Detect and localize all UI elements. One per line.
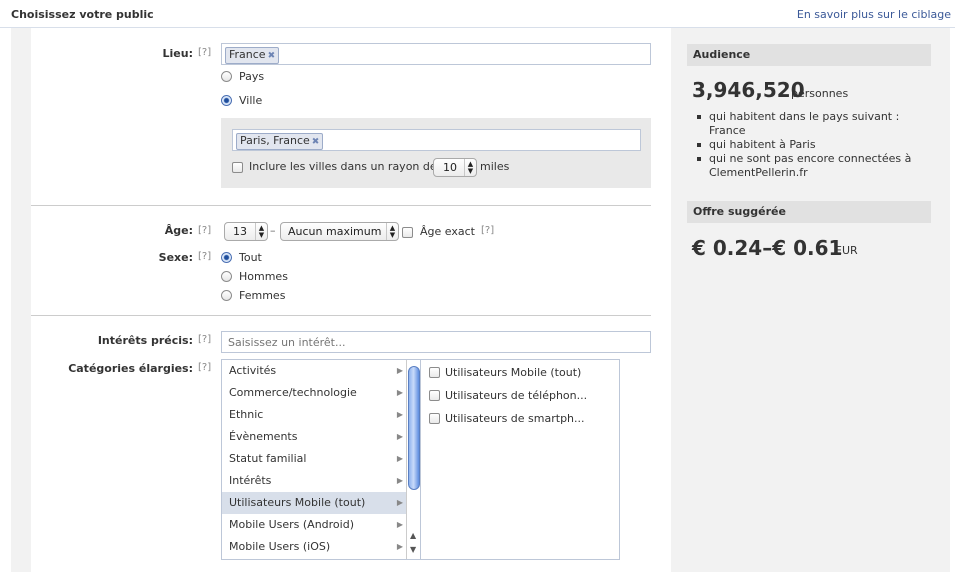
category-item[interactable]: Évènements ▶	[222, 426, 407, 448]
categories-list[interactable]: Activités ▶ Commerce/technologie ▶ Ethnic ▶…	[221, 359, 421, 560]
radio-city-label: Ville	[239, 94, 263, 107]
radius-checkbox[interactable]	[232, 162, 243, 173]
audience-criteria: qui habitent dans le pays suivant : Fran…	[692, 110, 917, 180]
interests-help[interactable]: [?]	[198, 334, 211, 345]
chevron-right-icon: ▶	[396, 454, 403, 463]
age-min-select[interactable]: 13 ▲ ▼	[224, 222, 268, 241]
age-help[interactable]: [?]	[198, 225, 211, 236]
age-exact-help[interactable]: [?]	[481, 225, 494, 236]
category-item-selected[interactable]: Utilisateurs Mobile (tout) ▶	[222, 492, 407, 514]
audience-unit: personnes	[791, 87, 849, 100]
categories-help[interactable]: [?]	[198, 362, 211, 373]
age-label: Âge:	[164, 224, 193, 237]
criteria-item: qui habitent dans le pays suivant : Fran…	[692, 110, 917, 138]
subcategory-checkbox[interactable]	[429, 413, 440, 424]
age-max-value: Aucun maximum	[288, 225, 382, 238]
radio-sex-women[interactable]	[221, 290, 232, 301]
subcategory-label: Utilisateurs de téléphon...	[445, 389, 588, 402]
chevron-right-icon: ▶	[396, 432, 403, 441]
audience-count: 3,946,520	[692, 78, 805, 102]
subcategory-label: Utilisateurs Mobile (tout)	[445, 366, 582, 379]
scroll-up-icon[interactable]: ▲	[410, 531, 416, 540]
bid-range: € 0.24–€ 0.61	[692, 236, 843, 260]
radio-city[interactable]	[221, 95, 232, 106]
category-item[interactable]: Intérêts ▶	[222, 470, 407, 492]
radius-value: 10	[443, 161, 457, 174]
age-max-select[interactable]: Aucun maximum ▲ ▼	[280, 222, 399, 241]
chevron-right-icon: ▶	[396, 498, 403, 507]
age-min-value: 13	[233, 225, 247, 238]
location-country-input[interactable]: France ✖	[221, 43, 651, 65]
stepper-arrows-icon[interactable]: ▲ ▼	[386, 223, 398, 240]
chevron-right-icon: ▶	[396, 388, 403, 397]
subcategory-checkbox[interactable]	[429, 367, 440, 378]
subcategories-list: Utilisateurs Mobile (tout) Utilisateurs …	[420, 359, 620, 560]
chevron-right-icon: ▶	[396, 410, 403, 419]
section-divider	[31, 205, 651, 206]
audience-header: Audience	[687, 44, 931, 66]
category-item[interactable]: Mobile Users (Android) ▶	[222, 514, 407, 536]
radius-stepper[interactable]: 10 ▲ ▼	[433, 158, 477, 177]
page-title: Choisissez votre public	[11, 8, 154, 21]
sex-help[interactable]: [?]	[198, 251, 211, 262]
radio-sex-women-label: Femmes	[239, 289, 286, 302]
radio-country[interactable]	[221, 71, 232, 82]
radio-sex-all-label: Tout	[239, 251, 262, 264]
radius-label: Inclure les villes dans un rayon de	[249, 160, 437, 173]
bid-currency: EUR	[835, 244, 858, 257]
radio-sex-all[interactable]	[221, 252, 232, 263]
category-item[interactable]: Statut familial ▶	[222, 448, 407, 470]
category-item[interactable]: Mobile Users (iOS) ▶	[222, 536, 407, 558]
scroll-down-icon[interactable]: ▼	[410, 545, 416, 554]
category-item[interactable]: Activités ▶	[222, 360, 407, 382]
section-divider	[31, 315, 651, 316]
criteria-item: qui ne sont pas encore connectées à Clem…	[692, 152, 917, 180]
location-help[interactable]: [?]	[198, 47, 211, 58]
bid-header: Offre suggérée	[687, 201, 931, 223]
interests-input[interactable]	[221, 331, 651, 353]
remove-token-icon[interactable]: ✖	[312, 137, 320, 147]
age-exact-label: Âge exact	[420, 225, 475, 238]
subcategory-label: Utilisateurs de smartph...	[445, 412, 585, 425]
country-token: France ✖	[225, 47, 280, 64]
category-item[interactable]: Commerce/technologie ▶	[222, 382, 407, 404]
chevron-right-icon: ▶	[396, 542, 403, 551]
radio-sex-men-label: Hommes	[239, 270, 288, 283]
radio-sex-men[interactable]	[221, 271, 232, 282]
category-item[interactable]: Ethnic ▶	[222, 404, 407, 426]
categories-label: Catégories élargies:	[68, 362, 193, 375]
chevron-right-icon: ▶	[396, 366, 403, 375]
learn-more-link[interactable]: En savoir plus sur le ciblage	[797, 8, 951, 21]
chevron-right-icon: ▶	[396, 476, 403, 485]
radius-unit: miles	[480, 160, 510, 173]
remove-token-icon[interactable]: ✖	[268, 51, 276, 61]
scrollbar-thumb[interactable]	[408, 366, 420, 490]
city-token: Paris, France ✖	[236, 133, 324, 150]
sex-label: Sexe:	[158, 251, 193, 264]
radio-country-label: Pays	[239, 70, 265, 83]
stepper-arrows-icon[interactable]: ▲ ▼	[464, 159, 476, 176]
criteria-item: qui habitent à Paris	[692, 138, 917, 152]
subcategory-checkbox[interactable]	[429, 390, 440, 401]
age-dash: –	[270, 224, 276, 237]
city-input[interactable]: Paris, France ✖	[232, 129, 641, 151]
categories-scrollbar[interactable]: ▲ ▼	[406, 360, 420, 559]
interests-label: Intérêts précis:	[97, 334, 193, 347]
age-exact-checkbox[interactable]	[402, 227, 413, 238]
chevron-right-icon: ▶	[396, 520, 403, 529]
location-label: Lieu:	[162, 47, 193, 60]
stepper-arrows-icon[interactable]: ▲ ▼	[255, 223, 267, 240]
